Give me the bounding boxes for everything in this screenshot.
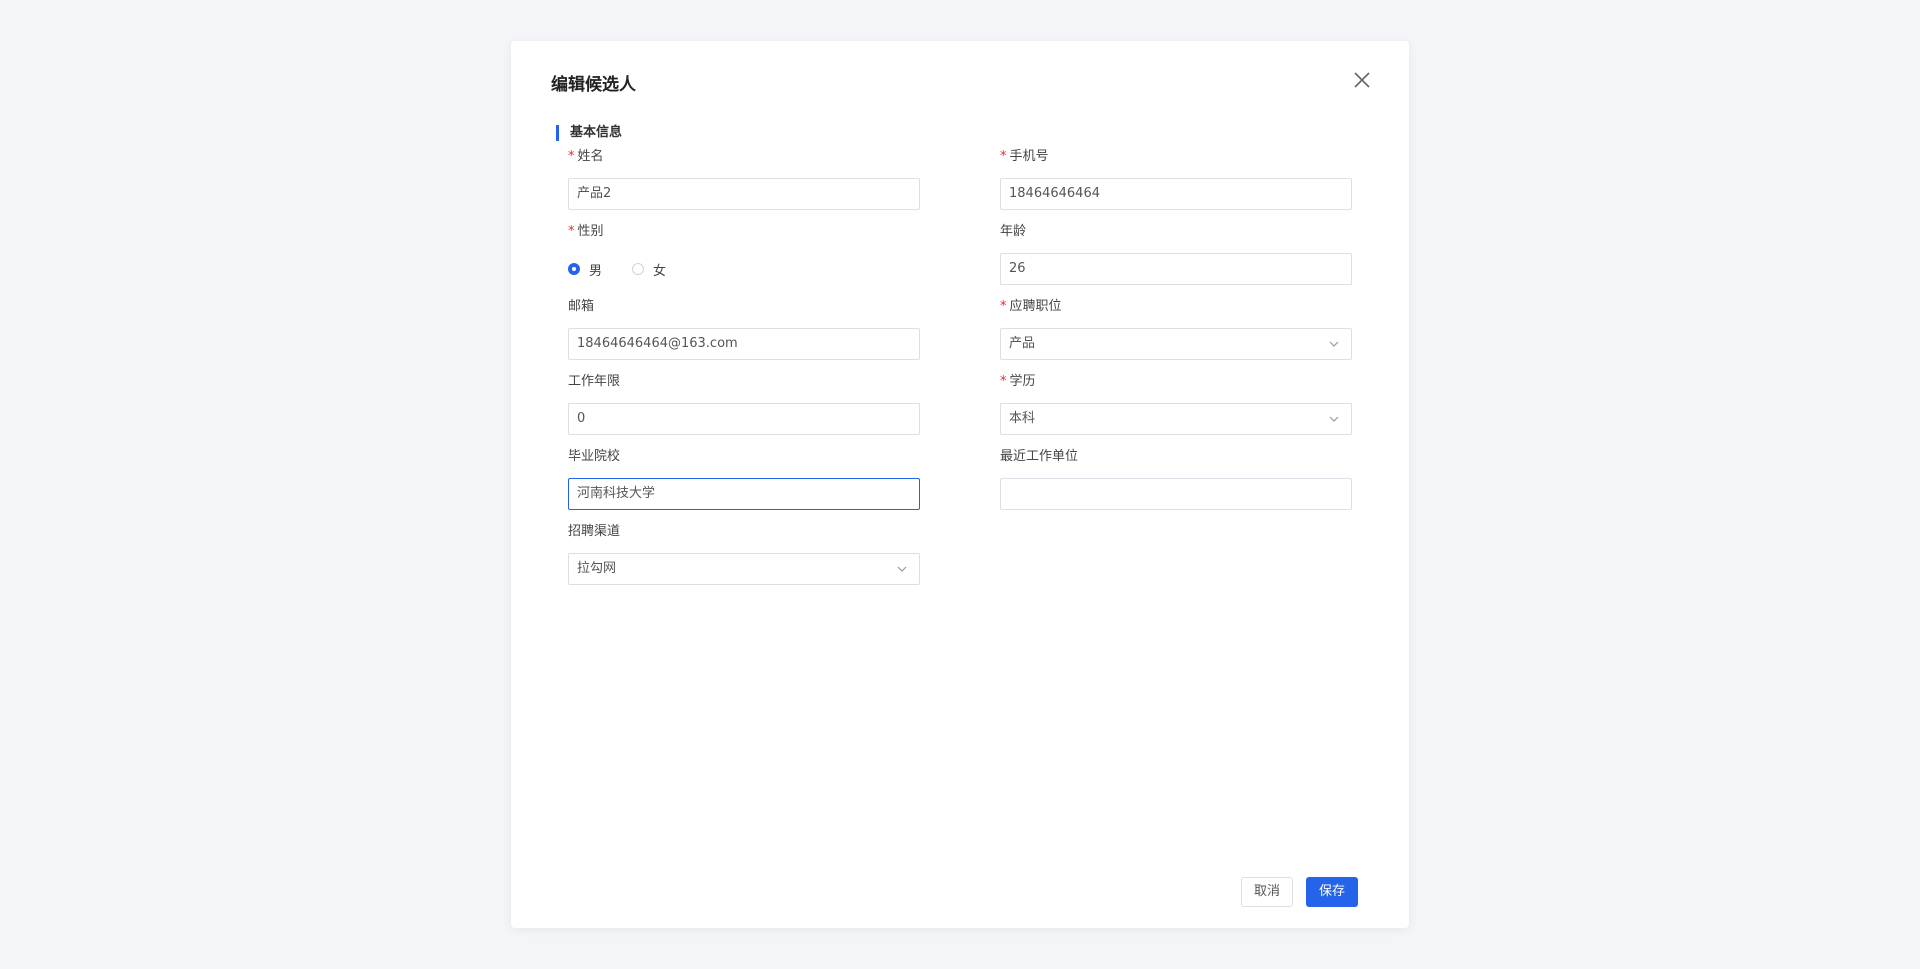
chevron-down-icon: [897, 566, 907, 572]
education-select[interactable]: 本科: [1000, 403, 1352, 435]
radio-unchecked-icon: [632, 263, 645, 275]
recent-company-input[interactable]: [1000, 478, 1352, 510]
name-label: * 姓名: [568, 149, 604, 164]
field-work-years: 工作年限 0: [568, 373, 920, 435]
field-phone: * 手机号 18464646464: [1000, 148, 1352, 210]
gender-radio-female[interactable]: 女: [632, 260, 666, 279]
field-position: * 应聘职位 产品: [1000, 298, 1352, 360]
field-email: 邮箱 18464646464@163.com: [568, 298, 920, 360]
phone-label: * 手机号: [1000, 149, 1049, 164]
required-mark: *: [568, 149, 575, 164]
age-label: 年龄: [1000, 224, 1027, 239]
channel-select[interactable]: 拉勾网: [568, 553, 920, 585]
required-mark: *: [1000, 374, 1007, 389]
edit-candidate-dialog: 编辑候选人 基本信息 * 姓名 产品2 * 手机号 18464646464 * 性别 …: [511, 41, 1409, 928]
work-years-input[interactable]: 0: [568, 403, 920, 435]
field-age: 年龄 26: [1000, 223, 1352, 285]
chevron-down-icon: [1329, 416, 1339, 422]
gender-radio-male[interactable]: 男: [568, 260, 602, 279]
chevron-down-icon: [1329, 341, 1339, 347]
school-label: 毕业院校: [568, 449, 621, 464]
education-label: * 学历: [1000, 374, 1036, 389]
field-name: * 姓名 产品2: [568, 148, 920, 210]
field-channel: 招聘渠道 拉勾网: [568, 523, 920, 585]
required-mark: *: [1000, 149, 1007, 164]
required-mark: *: [1000, 299, 1007, 314]
save-button[interactable]: 保存: [1306, 877, 1358, 907]
dialog-title: 编辑候选人: [551, 75, 636, 95]
section-title-basic-info: 基本信息: [556, 125, 622, 141]
channel-label: 招聘渠道: [568, 524, 621, 539]
close-icon: [1354, 72, 1370, 88]
field-gender: * 性别 男 女: [568, 223, 920, 285]
phone-input[interactable]: 18464646464: [1000, 178, 1352, 210]
close-button[interactable]: [1351, 69, 1373, 91]
cancel-button[interactable]: 取消: [1241, 877, 1293, 907]
field-education: * 学历 本科: [1000, 373, 1352, 435]
field-school: 毕业院校 河南科技大学: [568, 448, 920, 510]
field-recent-company: 最近工作单位: [1000, 448, 1352, 510]
position-label: * 应聘职位: [1000, 299, 1062, 314]
age-input[interactable]: 26: [1000, 253, 1352, 285]
email-label: 邮箱: [568, 299, 595, 314]
radio-checked-icon: [568, 263, 580, 275]
gender-radio-group: 男 女: [568, 253, 920, 285]
name-input[interactable]: 产品2: [568, 178, 920, 210]
gender-label: * 性别: [568, 224, 604, 239]
required-mark: *: [568, 224, 575, 239]
school-input[interactable]: 河南科技大学: [568, 478, 920, 510]
work-years-label: 工作年限: [568, 374, 621, 389]
recent-company-label: 最近工作单位: [1000, 449, 1079, 464]
position-select[interactable]: 产品: [1000, 328, 1352, 360]
email-input[interactable]: 18464646464@163.com: [568, 328, 920, 360]
